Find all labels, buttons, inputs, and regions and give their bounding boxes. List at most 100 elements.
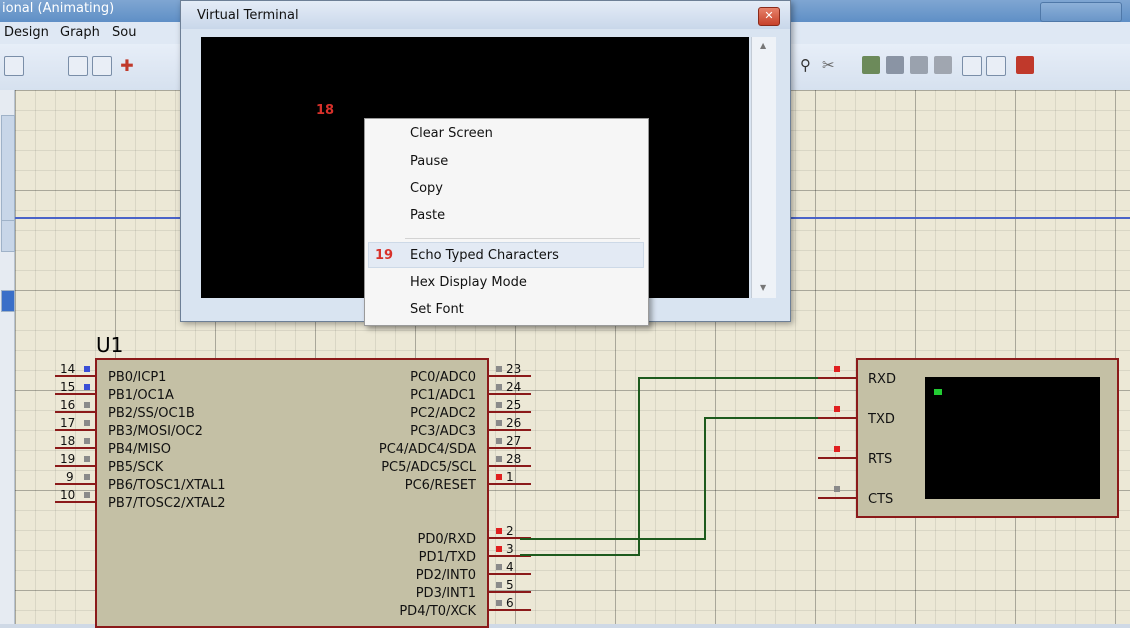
pin-number: 5: [506, 578, 514, 592]
scroll-down-icon[interactable]: ▼: [760, 283, 766, 292]
tree-icon[interactable]: [934, 56, 952, 74]
scroll-up-icon[interactable]: ▲: [760, 41, 766, 50]
wire-txd[interactable]: [520, 554, 640, 556]
pin-label: PC6/RESET: [404, 478, 476, 493]
pin-state-marker: [496, 528, 502, 534]
wire-rxd[interactable]: [520, 538, 706, 540]
origin-icon[interactable]: ✚: [118, 56, 136, 75]
pin-number: 15: [60, 380, 76, 394]
pin-state-marker: [84, 402, 90, 408]
menu-source[interactable]: Sou: [112, 25, 136, 40]
netlist-icon[interactable]: [910, 56, 928, 74]
menu-separator: [405, 238, 640, 239]
pin-state-marker: [496, 420, 502, 426]
chip-reference-label: U1: [96, 333, 124, 357]
pin-label: PD1/TXD: [418, 550, 476, 565]
pin-label: PD2/INT0: [415, 568, 476, 583]
pin-state-marker: [496, 474, 502, 480]
pin-label: PD0/RXD: [417, 532, 476, 547]
terminal-pin-label: TXD: [868, 412, 895, 427]
menu-item-copy[interactable]: Copy: [410, 181, 443, 196]
find-icon[interactable]: ⚲: [800, 56, 818, 74]
pin-number: 28: [506, 452, 522, 466]
report-icon[interactable]: [986, 56, 1006, 76]
menu-graph[interactable]: Graph: [60, 25, 100, 40]
list-icon[interactable]: [886, 56, 904, 74]
pin-number: 16: [60, 398, 76, 412]
terminal-pin-label: RXD: [868, 372, 896, 387]
pin-label: PB1/OC1A: [108, 388, 174, 403]
virtual-terminal-scrollbar[interactable]: ▲ ▼: [751, 37, 776, 298]
pin-number: 10: [60, 488, 76, 502]
virtual-terminal-titlebar[interactable]: Virtual Terminal ✕: [181, 1, 790, 29]
grid-icon[interactable]: [92, 56, 112, 76]
terminal-pin-label: CTS: [868, 492, 894, 507]
menu-item-hex-display-mode[interactable]: Hex Display Mode: [410, 275, 527, 290]
pin-label: PB0/ICP1: [108, 370, 167, 385]
pin-label: PB5/SCK: [108, 460, 164, 475]
step-annotation: 19: [375, 248, 394, 263]
pin-number: 26: [506, 416, 522, 430]
pin-label: PC5/ADC5/SCL: [381, 460, 476, 475]
menu-design[interactable]: Design: [4, 25, 49, 40]
terminal-pin-label: RTS: [868, 452, 893, 467]
pin-state-marker: [84, 366, 90, 372]
window-controls[interactable]: [1040, 2, 1122, 22]
ares-icon[interactable]: [1016, 56, 1034, 74]
pin-state-marker: [84, 456, 90, 462]
pin-label: PC4/ADC4/SDA: [378, 442, 476, 457]
menu-item-pause[interactable]: Pause: [410, 154, 448, 169]
pin-number: 17: [60, 416, 76, 430]
pin-state-marker: [496, 546, 502, 552]
wire-rxd[interactable]: [704, 417, 706, 540]
main-window-title: ional (Animating): [2, 1, 115, 16]
pin-number: 27: [506, 434, 522, 448]
pin-label: PB6/TOSC1/XTAL1: [108, 478, 226, 493]
pin-state-marker: [834, 446, 840, 452]
pin-number: 6: [506, 596, 514, 610]
pin-line: [818, 417, 856, 419]
pin-line: [55, 483, 95, 485]
pin-number: 9: [66, 470, 74, 484]
pin-number: 4: [506, 560, 514, 574]
menu-item-echo-typed-characters[interactable]: Echo Typed Characters: [410, 248, 559, 263]
pin-number: 25: [506, 398, 522, 412]
bom-icon[interactable]: [962, 56, 982, 76]
save-icon[interactable]: [4, 56, 24, 76]
left-panel-strip: [0, 90, 15, 624]
terminal-cursor: [934, 389, 942, 395]
pin-state-marker: [496, 564, 502, 570]
menu-item-clear-screen[interactable]: Clear Screen: [410, 126, 493, 141]
pin-state-marker: [496, 402, 502, 408]
pin-label: PC1/ADC1: [410, 388, 476, 403]
menu-item-set-font[interactable]: Set Font: [410, 302, 464, 317]
pin-number: 18: [60, 434, 76, 448]
component-icon[interactable]: [862, 56, 880, 74]
pin-label: PD4/T0/XCK: [399, 604, 476, 619]
pin-number: 2: [506, 524, 514, 538]
terminal-component-screen: [925, 377, 1100, 499]
left-panel-block[interactable]: [1, 115, 15, 227]
menu-item-paste[interactable]: Paste: [410, 208, 445, 223]
pin-label: PC2/ADC2: [410, 406, 476, 421]
tools-icon[interactable]: ✂: [822, 56, 840, 74]
pin-state-marker: [84, 474, 90, 480]
pin-number: 23: [506, 362, 522, 376]
refresh-icon[interactable]: [68, 56, 88, 76]
left-panel-block[interactable]: [1, 220, 15, 252]
pin-state-marker: [496, 438, 502, 444]
pin-state-marker: [84, 492, 90, 498]
pin-number: 19: [60, 452, 76, 466]
step-annotation: 18: [316, 103, 335, 118]
wire-txd[interactable]: [638, 377, 640, 556]
pin-state-marker: [84, 420, 90, 426]
close-button[interactable]: ✕: [758, 7, 780, 26]
context-menu: [364, 118, 649, 326]
pin-state-marker: [84, 384, 90, 390]
pin-label: PC0/ADC0: [410, 370, 476, 385]
pin-number: 1: [506, 470, 514, 484]
pin-number: 14: [60, 362, 76, 376]
pin-label: PB4/MISO: [108, 442, 171, 457]
left-panel-block[interactable]: [1, 290, 15, 312]
pin-state-marker: [496, 456, 502, 462]
